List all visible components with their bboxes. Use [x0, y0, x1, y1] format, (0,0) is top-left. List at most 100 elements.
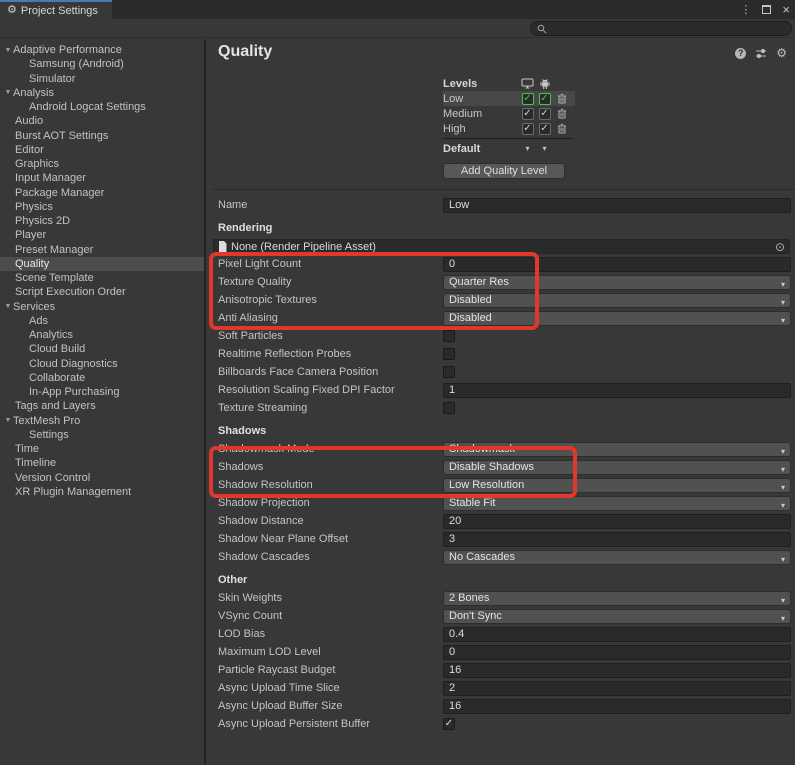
desktop-level-checkbox[interactable]: ✓ [522, 93, 534, 105]
field-input[interactable]: 16 [443, 699, 791, 714]
help-icon[interactable]: ? [735, 48, 746, 59]
quality-level-row-low[interactable]: Low✓✓ [443, 91, 575, 106]
desktop-level-checkbox[interactable]: ✓ [522, 108, 534, 120]
sidebar-item-tags-and-layers[interactable]: Tags and Layers [0, 399, 204, 413]
field-dropdown[interactable]: Don't Sync▾ [443, 609, 791, 624]
expander-triangle-icon[interactable]: ▼ [3, 47, 13, 54]
sidebar-item-audio[interactable]: Audio [0, 114, 204, 128]
field-input[interactable]: 2 [443, 681, 791, 696]
maximize-icon[interactable] [762, 5, 771, 14]
sidebar-item-adaptive-performance[interactable]: ▼Adaptive Performance [0, 43, 204, 57]
field-input[interactable]: 16 [443, 663, 791, 678]
field-checkbox[interactable] [443, 366, 455, 378]
sidebar-item-analytics[interactable]: Analytics [0, 328, 204, 342]
expander-triangle-icon[interactable]: ▼ [3, 417, 13, 424]
presets-icon[interactable] [755, 48, 767, 59]
field-input[interactable]: 20 [443, 514, 791, 529]
android-level-checkbox[interactable]: ✓ [539, 108, 551, 120]
sidebar-item-physics[interactable]: Physics [0, 200, 204, 214]
sidebar-item-editor[interactable]: Editor [0, 143, 204, 157]
field-label: VSync Count [213, 610, 443, 622]
field-dropdown[interactable]: Stable Fit▾ [443, 496, 791, 511]
sidebar-item-xr-plugin-management[interactable]: XR Plugin Management [0, 485, 204, 499]
default-android-dropdown[interactable]: ▾ [536, 144, 553, 153]
section-header-rendering: Rendering [213, 222, 791, 236]
sidebar-item-label: Package Manager [15, 187, 104, 199]
sidebar-item-scene-template[interactable]: Scene Template [0, 271, 204, 285]
default-desktop-dropdown[interactable]: ▾ [519, 144, 536, 153]
chevron-down-icon: ▾ [781, 553, 785, 566]
desktop-level-checkbox[interactable]: ✓ [522, 123, 534, 135]
settings-gear-icon[interactable]: ⚙ [776, 47, 787, 59]
field-dropdown[interactable]: Disabled▾ [443, 293, 791, 308]
search-field[interactable] [530, 21, 792, 36]
field-checkbox[interactable]: ✓ [443, 718, 455, 730]
render-pipeline-object-field[interactable]: None (Render Pipeline Asset)⊙ [213, 239, 790, 254]
section-header-other: Other [213, 574, 791, 588]
dropdown-value: Don't Sync [449, 610, 502, 622]
quality-level-row-medium[interactable]: Medium✓✓ [443, 106, 575, 121]
trash-icon[interactable] [553, 93, 570, 104]
sidebar-item-services[interactable]: ▼Services [0, 300, 204, 314]
field-input[interactable]: Low [443, 198, 791, 213]
sidebar-item-input-manager[interactable]: Input Manager [0, 171, 204, 185]
expander-triangle-icon[interactable]: ▼ [3, 89, 13, 96]
field-input[interactable]: 3 [443, 532, 791, 547]
sidebar-item-simulator[interactable]: Simulator [0, 72, 204, 86]
field-input[interactable]: 1 [443, 383, 791, 398]
levels-divider [443, 138, 573, 139]
sidebar-item-package-manager[interactable]: Package Manager [0, 186, 204, 200]
field-input[interactable]: 0 [443, 645, 791, 660]
sidebar-item-player[interactable]: Player [0, 228, 204, 242]
expander-triangle-icon[interactable]: ▼ [3, 303, 13, 310]
sidebar-item-label: Cloud Build [29, 343, 85, 355]
field-input[interactable]: 0 [443, 257, 791, 272]
field-dropdown[interactable]: Shadowmask▾ [443, 442, 791, 457]
field-checkbox[interactable] [443, 330, 455, 342]
android-level-checkbox[interactable]: ✓ [539, 93, 551, 105]
sidebar-item-settings[interactable]: Settings [0, 428, 204, 442]
sidebar-item-android-logcat-settings[interactable]: Android Logcat Settings [0, 100, 204, 114]
android-level-checkbox[interactable]: ✓ [539, 123, 551, 135]
setting-row-skin-weights: Skin Weights2 Bones▾ [213, 590, 791, 606]
field-dropdown[interactable]: Disabled▾ [443, 311, 791, 326]
kebab-menu-icon[interactable]: ⋮ [740, 3, 751, 16]
sidebar-item-burst-aot-settings[interactable]: Burst AOT Settings [0, 129, 204, 143]
add-quality-level-button[interactable]: Add Quality Level [443, 163, 565, 179]
quality-level-row-high[interactable]: High✓✓ [443, 121, 575, 136]
sidebar-item-cloud-build[interactable]: Cloud Build [0, 342, 204, 356]
field-dropdown[interactable]: 2 Bones▾ [443, 591, 791, 606]
sidebar-item-ads[interactable]: Ads [0, 314, 204, 328]
sidebar-item-quality[interactable]: Quality [0, 257, 204, 271]
field-dropdown[interactable]: No Cascades ▾ [443, 550, 791, 565]
field-checkbox[interactable] [443, 402, 455, 414]
sidebar-item-time[interactable]: Time [0, 442, 204, 456]
search-input[interactable] [551, 23, 785, 34]
sidebar-item-script-execution-order[interactable]: Script Execution Order [0, 285, 204, 299]
chevron-down-icon: ▾ [781, 463, 785, 476]
sidebar-item-collaborate[interactable]: Collaborate [0, 371, 204, 385]
toolbar [0, 19, 795, 38]
dropdown-value: No Cascades [449, 551, 515, 563]
object-picker-icon[interactable]: ⊙ [775, 240, 785, 255]
sidebar-item-cloud-diagnostics[interactable]: Cloud Diagnostics [0, 357, 204, 371]
trash-icon[interactable] [553, 123, 570, 134]
field-dropdown[interactable]: Low Resolution▾ [443, 478, 791, 493]
sidebar-item-preset-manager[interactable]: Preset Manager [0, 243, 204, 257]
sidebar-item-analysis[interactable]: ▼Analysis [0, 86, 204, 100]
sidebar-item-physics-2d[interactable]: Physics 2D [0, 214, 204, 228]
tab-project-settings[interactable]: ⚙ Project Settings [0, 0, 112, 19]
field-dropdown[interactable]: Quarter Res▾ [443, 275, 791, 290]
sidebar-item-timeline[interactable]: Timeline [0, 456, 204, 470]
sidebar-item-graphics[interactable]: Graphics [0, 157, 204, 171]
field-input[interactable]: 0.4 [443, 627, 791, 642]
close-icon[interactable]: × [782, 3, 790, 16]
field-dropdown[interactable]: Disable Shadows▾ [443, 460, 791, 475]
sidebar-item-textmesh-pro[interactable]: ▼TextMesh Pro [0, 414, 204, 428]
trash-icon[interactable] [553, 108, 570, 119]
sidebar-item-version-control[interactable]: Version Control [0, 471, 204, 485]
field-checkbox[interactable] [443, 348, 455, 360]
sidebar-item-samsung-android[interactable]: Samsung (Android) [0, 57, 204, 71]
sidebar-item-in-app-purchasing[interactable]: In-App Purchasing [0, 385, 204, 399]
default-row-label: Default [443, 143, 519, 155]
